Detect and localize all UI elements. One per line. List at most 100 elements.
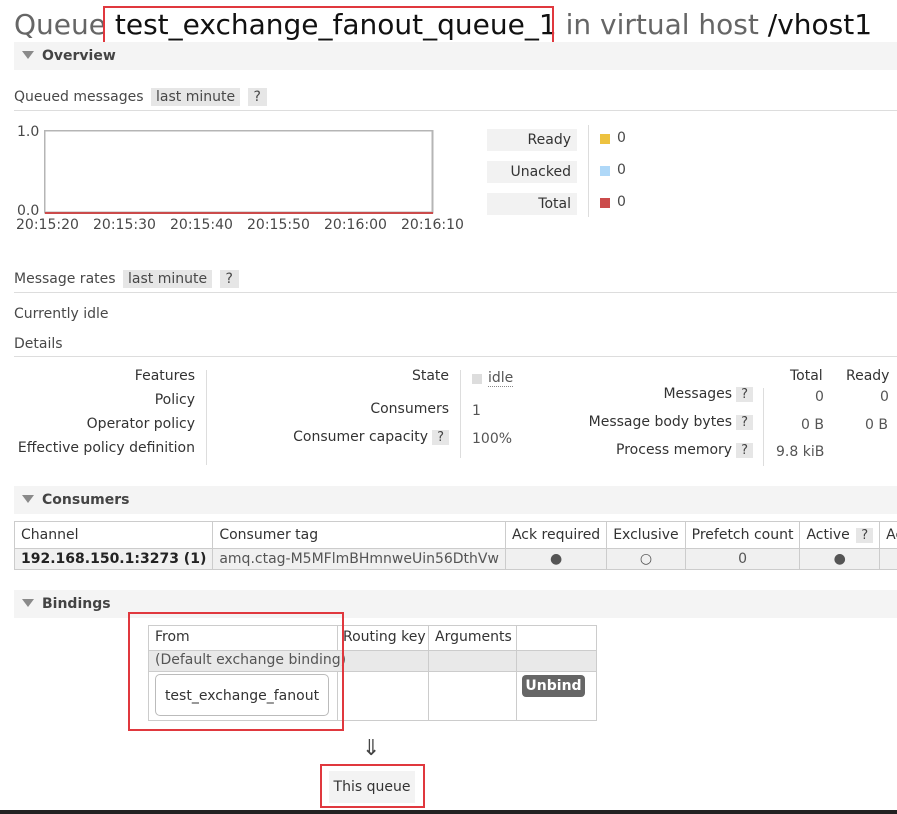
operator-policy-label: Operator policy	[86, 416, 195, 432]
queued-period-selector[interactable]: last minute	[151, 88, 241, 106]
messages-label: Messages?	[663, 386, 753, 402]
queued-messages-label: Queued messages	[14, 89, 144, 105]
col-ack-required: Ack required	[504, 521, 608, 549]
col-divider	[516, 626, 517, 720]
collapse-triangle-icon	[22, 599, 34, 607]
features-label: Features	[134, 368, 195, 384]
x-tick-label: 20:15:20	[16, 217, 79, 233]
legend-ready-value: 0	[617, 130, 626, 146]
process-memory-value: 9.8 kiB	[776, 444, 825, 460]
col-routing-key: Routing key	[343, 629, 426, 645]
message-rates-header: Message rates last minute ?	[14, 270, 239, 288]
state-idle-icon	[472, 374, 482, 384]
col-consumer-tag: Consumer tag	[212, 521, 506, 549]
consumers-title: Consumers	[42, 492, 130, 508]
state-value: idle	[488, 370, 514, 387]
process-memory-text: Process memory	[616, 442, 733, 458]
queued-messages-header: Queued messages last minute ?	[14, 88, 267, 106]
legend-unacked-label: Unacked	[487, 161, 577, 183]
x-tick-label: 20:15:50	[247, 217, 310, 233]
col-active: Active ?	[799, 521, 881, 549]
idle-text: Currently idle	[14, 306, 109, 322]
details-divider	[460, 370, 461, 458]
bindings-title: Bindings	[42, 596, 111, 612]
divider	[14, 356, 897, 357]
x-tick-label: 20:15:40	[170, 217, 233, 233]
prefetch-value: 0	[684, 548, 801, 570]
process-memory-label: Process memory?	[616, 442, 753, 458]
col-activity: Activ	[879, 521, 897, 549]
legend-ready-swatch	[600, 134, 610, 144]
title-prefix: Queue	[14, 8, 106, 41]
message-rates-label: Message rates	[14, 271, 116, 287]
legend-divider	[588, 125, 589, 217]
activity-value	[879, 548, 897, 570]
details-label: Details	[14, 336, 63, 352]
consumer-capacity-value: 100%	[472, 431, 513, 447]
body-bytes-ready: 0 B	[865, 417, 888, 433]
chart-plot-area	[44, 130, 434, 214]
active-help[interactable]: ?	[856, 528, 874, 543]
details-divider	[763, 388, 764, 466]
x-tick-label: 20:16:10	[401, 217, 464, 233]
divider	[14, 110, 897, 111]
bottom-bar	[0, 810, 897, 814]
y-tick-label: 1.0	[17, 124, 40, 140]
consumer-channel-link[interactable]: 192.168.150.1:3273 (1)	[13, 548, 214, 570]
messages-total: 0	[815, 389, 824, 405]
consumers-table: Channel Consumer tag Ack required Exclus…	[13, 521, 897, 570]
rates-help-button[interactable]: ?	[219, 270, 239, 288]
exclusive-value: ○	[606, 548, 686, 570]
legend-total-label: Total	[487, 193, 577, 215]
rates-period-selector[interactable]: last minute	[123, 270, 213, 288]
messages-ready: 0	[880, 389, 889, 405]
consumer-capacity-help[interactable]: ?	[432, 430, 449, 445]
effective-policy-label: Effective policy definition	[17, 440, 195, 456]
title-mid: in virtual host	[565, 8, 759, 41]
legend-total-swatch	[600, 198, 610, 208]
collapse-triangle-icon	[22, 495, 34, 503]
table-row: 192.168.150.1:3273 (1) amq.ctag-M5MFlmBH…	[13, 548, 897, 570]
col-prefetch-count: Prefetch count	[684, 521, 801, 549]
col-ready-header: Ready	[846, 368, 890, 384]
down-arrow-icon: ⇓	[362, 736, 381, 761]
messages-text: Messages	[663, 386, 733, 402]
messages-help[interactable]: ?	[736, 387, 753, 402]
legend-unacked-swatch	[600, 166, 610, 176]
body-bytes-text: Message body bytes	[588, 414, 733, 430]
body-bytes-total: 0 B	[801, 417, 824, 433]
process-memory-help[interactable]: ?	[736, 443, 753, 458]
highlight-from-column	[128, 612, 344, 731]
collapse-triangle-icon	[22, 51, 34, 59]
highlight-this-queue	[320, 764, 425, 808]
queued-help-button[interactable]: ?	[247, 88, 267, 106]
active-value: ●	[799, 548, 881, 570]
x-tick-label: 20:16:00	[324, 217, 387, 233]
consumers-value: 1	[472, 403, 481, 419]
legend-total-value: 0	[617, 194, 626, 210]
table-header-row: Channel Consumer tag Ack required Exclus…	[13, 521, 897, 549]
consumer-capacity-label: Consumer capacity?	[293, 429, 449, 445]
consumers-section-header[interactable]: Consumers	[14, 486, 897, 514]
overview-section-header[interactable]: Overview	[14, 42, 897, 70]
col-active-text: Active	[806, 527, 850, 543]
highlight-queue-name	[103, 6, 554, 46]
body-bytes-label: Message body bytes?	[589, 414, 753, 430]
legend-unacked-value: 0	[617, 162, 626, 178]
body-bytes-help[interactable]: ?	[736, 415, 753, 430]
consumer-capacity-text: Consumer capacity	[293, 429, 429, 445]
col-exclusive: Exclusive	[606, 521, 686, 549]
legend-ready-label: Ready	[487, 129, 577, 151]
queued-messages-chart	[44, 130, 434, 214]
policy-label: Policy	[154, 392, 195, 408]
col-arguments: Arguments	[435, 629, 512, 645]
unbind-button[interactable]: Unbind	[522, 675, 585, 697]
divider	[14, 292, 897, 293]
consumers-label: Consumers	[370, 401, 449, 417]
vhost-name: /vhost1	[767, 8, 873, 41]
details-divider	[206, 370, 207, 465]
ack-required-value: ●	[504, 548, 608, 570]
col-channel: Channel	[13, 521, 214, 549]
col-divider	[428, 626, 429, 720]
col-total-header: Total	[790, 368, 823, 384]
